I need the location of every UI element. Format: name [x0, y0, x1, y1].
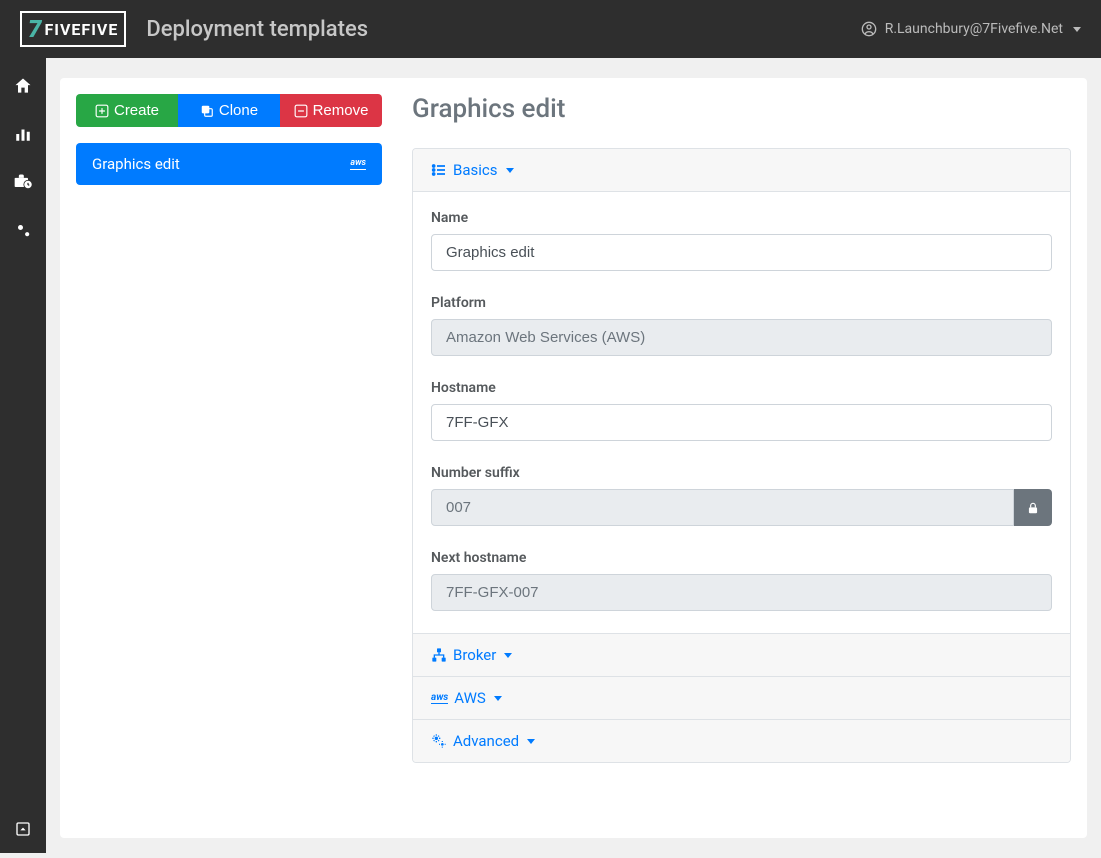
brand-text: FIVEFIVE	[45, 20, 119, 39]
home-icon	[13, 76, 33, 96]
brand-logo[interactable]: 7 FIVEFIVE	[20, 11, 126, 47]
create-label: Create	[114, 102, 159, 119]
user-icon	[861, 21, 877, 37]
action-button-group: Create Clone Remove	[76, 94, 382, 127]
gears-icon	[13, 220, 33, 240]
next-hostname-label: Next hostname	[431, 550, 1052, 566]
page-subtitle: Deployment templates	[146, 17, 368, 42]
templates-panel: Create Clone Remove Graphics edit aws	[76, 94, 382, 822]
section-label: AWS	[454, 689, 486, 707]
hostname-input[interactable]	[431, 404, 1052, 441]
next-hostname-input	[431, 574, 1052, 611]
template-item-graphics-edit[interactable]: Graphics edit aws	[76, 143, 382, 185]
lock-icon	[1026, 501, 1040, 515]
create-button[interactable]: Create	[76, 94, 178, 127]
template-list: Graphics edit aws	[76, 143, 382, 185]
user-menu[interactable]: R.Launchbury@7Fivefive.Net	[861, 21, 1081, 37]
sidebar	[0, 58, 46, 853]
sidebar-item-analytics[interactable]	[11, 122, 35, 146]
chevron-down-icon	[494, 696, 502, 701]
chart-icon	[14, 125, 32, 143]
user-email: R.Launchbury@7Fivefive.Net	[885, 21, 1063, 37]
plus-square-icon	[95, 104, 109, 118]
clone-icon	[200, 104, 214, 118]
chevron-down-icon	[527, 739, 535, 744]
logo-seven-icon: 7	[28, 15, 43, 43]
sidebar-item-collapse[interactable]	[11, 817, 35, 841]
sidebar-item-jobs[interactable]	[11, 170, 35, 194]
section-label: Basics	[453, 161, 498, 179]
hostname-label: Hostname	[431, 380, 1052, 396]
lock-addon[interactable]	[1014, 489, 1052, 526]
section-header-basics[interactable]: Basics	[413, 149, 1070, 192]
clone-label: Clone	[219, 102, 258, 119]
main-content: Create Clone Remove Graphics edit aws	[46, 58, 1101, 858]
platform-input	[431, 319, 1052, 356]
briefcase-clock-icon	[13, 172, 33, 192]
chevron-down-icon	[506, 168, 514, 173]
name-label: Name	[431, 210, 1052, 226]
section-body-basics: Name Platform Hostname Number suffix	[413, 192, 1070, 634]
aws-badge: aws	[350, 158, 366, 170]
navbar: 7 FIVEFIVE Deployment templates R.Launch…	[0, 0, 1101, 58]
sidebar-item-home[interactable]	[11, 74, 35, 98]
aws-icon: aws	[431, 693, 448, 704]
sidebar-item-settings[interactable]	[11, 218, 35, 242]
section-header-broker[interactable]: Broker	[413, 634, 1070, 677]
gears-icon	[431, 733, 447, 749]
section-header-advanced[interactable]: Advanced	[413, 720, 1070, 762]
remove-label: Remove	[313, 102, 369, 119]
network-icon	[431, 647, 447, 663]
platform-label: Platform	[431, 295, 1052, 311]
section-label: Advanced	[453, 732, 519, 750]
editor-panel: Graphics edit Basics Name Platform	[412, 94, 1071, 822]
accordion: Basics Name Platform Hostname	[412, 148, 1071, 763]
clone-button[interactable]: Clone	[178, 94, 280, 127]
remove-button[interactable]: Remove	[280, 94, 382, 127]
chevron-down-icon	[504, 653, 512, 658]
caret-up-square-icon	[15, 821, 31, 837]
name-input[interactable]	[431, 234, 1052, 271]
number-suffix-label: Number suffix	[431, 465, 1052, 481]
list-icon	[431, 162, 447, 178]
chevron-down-icon	[1073, 27, 1081, 32]
template-name: Graphics edit	[92, 155, 180, 173]
section-header-aws[interactable]: aws AWS	[413, 677, 1070, 720]
section-label: Broker	[453, 646, 496, 664]
minus-square-icon	[294, 104, 308, 118]
number-suffix-input	[431, 489, 1014, 526]
page-title: Graphics edit	[412, 94, 1071, 124]
